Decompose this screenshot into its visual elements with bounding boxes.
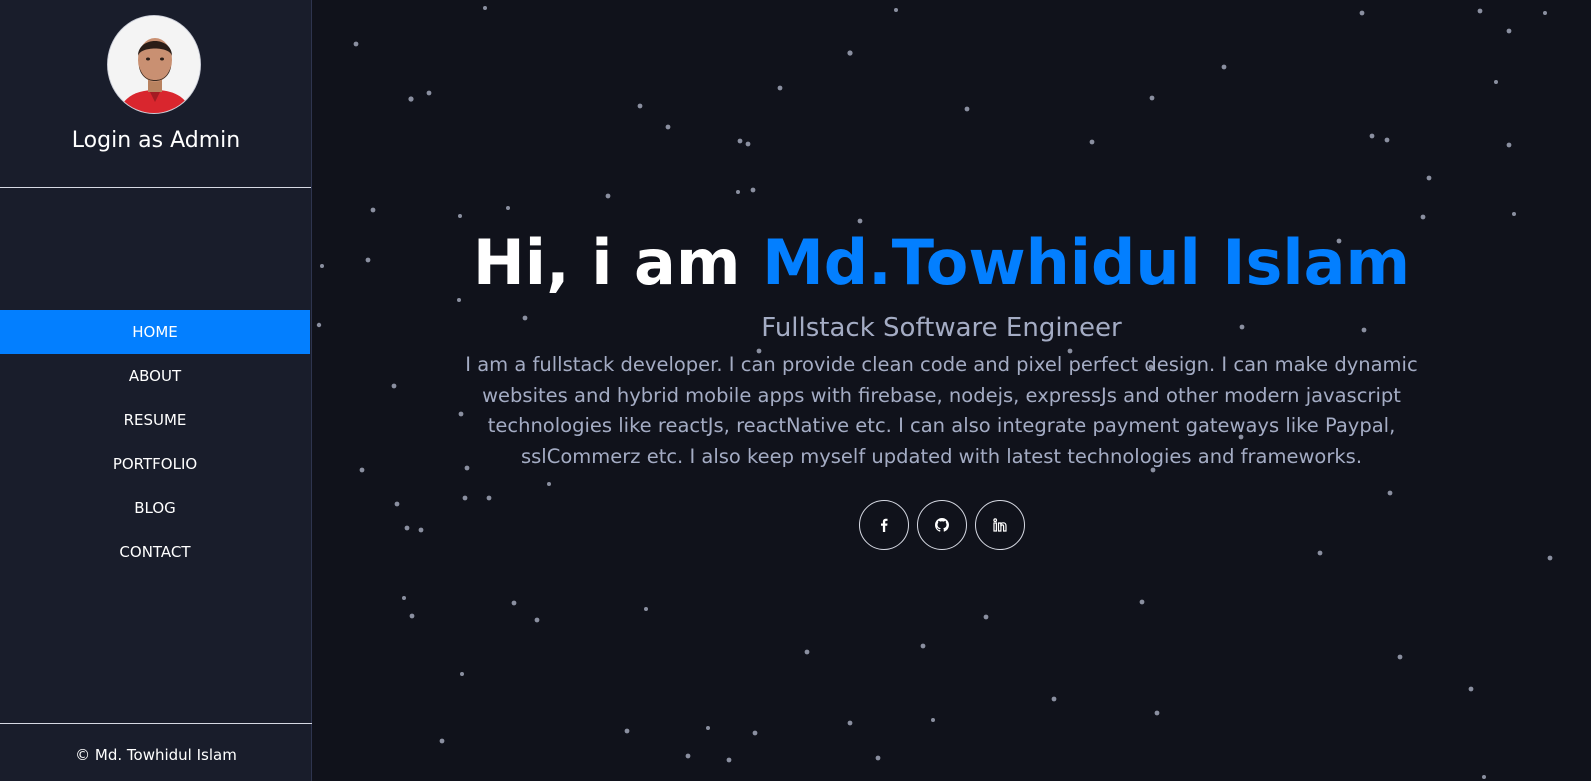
github-icon — [934, 518, 949, 532]
bio-paragraph: I am a fullstack developer. I can provid… — [465, 353, 1418, 468]
sidebar-footer: © Md. Towhidul Islam — [0, 723, 312, 781]
hero-section: Hi, i am Md.Towhidul Islam Fullstack Sof… — [312, 220, 1571, 550]
github-link[interactable] — [916, 500, 967, 550]
nav-item-resume[interactable]: RESUME — [0, 398, 310, 442]
login-as-admin-link[interactable]: Login as Admin — [0, 128, 312, 153]
main-content: Hi, i am Md.Towhidul Islam Fullstack Sof… — [312, 0, 1591, 781]
linkedin-link[interactable] — [974, 500, 1025, 550]
sidebar-nav: HOME ABOUT RESUME PORTFOLIO BLOG CONTACT — [0, 310, 310, 574]
name-highlight: Md.Towhidul Islam — [762, 226, 1411, 299]
nav-item-blog[interactable]: BLOG — [0, 486, 310, 530]
facebook-icon — [880, 518, 887, 532]
facebook-link[interactable] — [858, 500, 909, 550]
nav-item-about[interactable]: ABOUT — [0, 354, 310, 398]
hero-heading: Hi, i am Md.Towhidul Islam — [312, 220, 1571, 306]
profile-section: Login as Admin — [0, 0, 311, 188]
sidebar: Login as Admin HOME ABOUT RESUME PORTFOL… — [0, 0, 312, 781]
social-links — [312, 500, 1571, 550]
nav-item-contact[interactable]: CONTACT — [0, 530, 310, 574]
job-title: Fullstack Software Engineer — [761, 313, 1122, 343]
greeting-text: Hi, i am — [472, 226, 763, 299]
avatar — [107, 15, 201, 114]
nav-item-home[interactable]: HOME — [0, 310, 310, 354]
linkedin-icon — [992, 518, 1007, 532]
nav-item-portfolio[interactable]: PORTFOLIO — [0, 442, 310, 486]
